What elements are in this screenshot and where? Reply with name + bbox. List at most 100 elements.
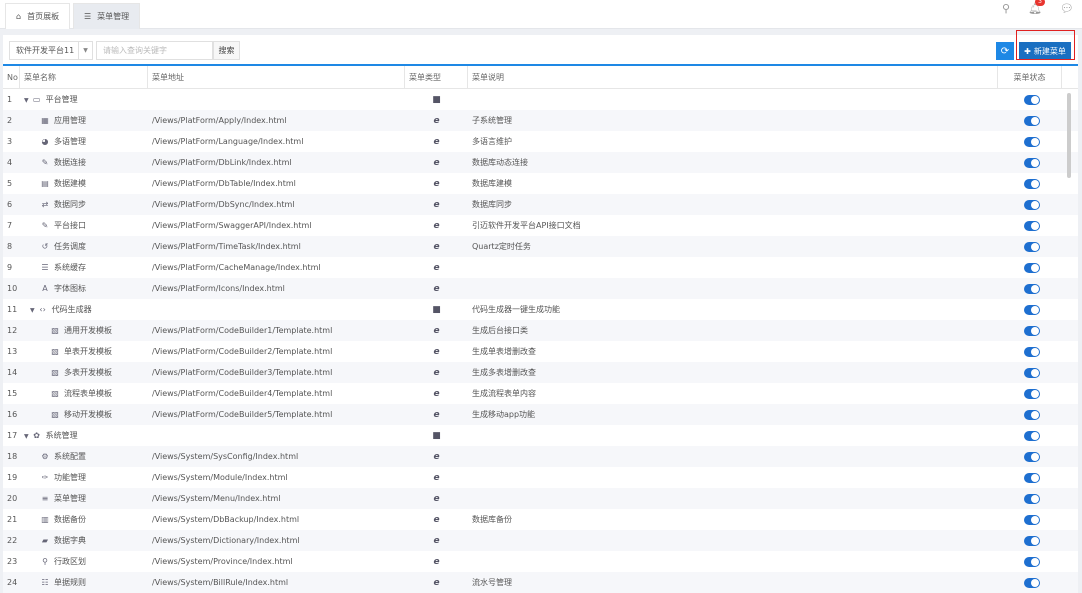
status-toggle[interactable]	[1024, 283, 1040, 294]
row-name: ✎ 数据连接	[20, 157, 148, 168]
table-row[interactable]: 11 ▼ ‹› 代码生成器 ■ 代码生成器一键生成功能	[3, 299, 1078, 320]
row-status	[998, 136, 1062, 147]
table-row[interactable]: 9 ☰ 系统缓存/Views/PlatForm/CacheManage/Index.…	[3, 257, 1078, 278]
search-input[interactable]: 请输入查询关键字	[96, 41, 213, 60]
table-row[interactable]: 6 ⇄ 数据同步/Views/PlatForm/DbSync/Index.html e…	[3, 194, 1078, 215]
status-toggle[interactable]	[1024, 94, 1040, 105]
table-row[interactable]: 12 ▧ 通用开发模板/Views/PlatForm/CodeBuilder1/Te…	[3, 320, 1078, 341]
ie-icon: e	[433, 535, 440, 546]
status-toggle[interactable]	[1024, 367, 1040, 378]
row-url: /Views/PlatForm/TimeTask/Index.html	[152, 242, 301, 251]
row-status	[998, 325, 1062, 336]
table-row[interactable]: 2 ▦ 应用管理/Views/PlatForm/Apply/Index.html e 子…	[3, 110, 1078, 131]
caret-down-icon[interactable]: ▼	[30, 307, 35, 314]
status-toggle[interactable]	[1024, 409, 1040, 420]
col-desc[interactable]: 菜单说明	[468, 66, 998, 88]
col-url[interactable]: 菜单地址	[148, 66, 405, 88]
table-row[interactable]: 17 ▼ ✿ 系统管理 ■	[3, 425, 1078, 446]
row-no: 12	[7, 326, 18, 335]
row-no: 14	[7, 368, 18, 377]
status-toggle[interactable]	[1024, 157, 1040, 168]
table-row[interactable]: 7 ✎ 平台接口/Views/PlatForm/SwaggerAPI/Index.h…	[3, 215, 1078, 236]
status-toggle[interactable]	[1024, 262, 1040, 273]
col-name[interactable]: 菜单名称	[20, 66, 148, 88]
chat-icon[interactable]: 💬︎	[1060, 2, 1074, 15]
menu-item-icon: ↺	[41, 242, 49, 251]
folder-icon: ■	[432, 94, 441, 105]
col-status[interactable]: 菜单状态	[998, 66, 1062, 88]
table-row[interactable]: 8 ↺ 任务调度/Views/PlatForm/TimeTask/Index.htm…	[3, 236, 1078, 257]
status-toggle[interactable]	[1024, 472, 1040, 483]
menu-item-icon: ✑	[41, 473, 49, 482]
table-row[interactable]: 3 ◕ 多语管理/Views/PlatForm/Language/Index.htm…	[3, 131, 1078, 152]
row-url: /Views/PlatForm/CodeBuilder5/Template.ht…	[152, 410, 333, 419]
row-status	[998, 493, 1062, 504]
row-name: ☷ 单据规则	[20, 577, 148, 588]
row-name: ▼ ✿ 系统管理	[20, 430, 148, 441]
table-row[interactable]: 24 ☷ 单据规则/Views/System/BillRule/Index.html…	[3, 572, 1078, 593]
col-no[interactable]: No	[3, 66, 20, 88]
caret-down-icon[interactable]: ▼	[24, 97, 29, 104]
status-toggle[interactable]	[1024, 220, 1040, 231]
search-button[interactable]: 搜索	[213, 41, 240, 60]
status-toggle[interactable]	[1024, 199, 1040, 210]
menu-item-icon: ⚙	[41, 452, 49, 461]
scrollbar[interactable]	[1067, 93, 1071, 178]
bell-icon[interactable]: 🔔︎ 3	[1028, 0, 1045, 15]
status-toggle[interactable]	[1024, 241, 1040, 252]
status-toggle[interactable]	[1024, 178, 1040, 189]
menu-item-icon: ▤	[41, 179, 49, 188]
status-toggle[interactable]	[1024, 514, 1040, 525]
tab-home[interactable]: ⌂ 首页展板	[5, 3, 71, 29]
row-name-label: 流程表单模板	[64, 389, 112, 398]
search-icon[interactable]: ⚲	[1002, 2, 1010, 15]
row-name: ⇄ 数据同步	[20, 199, 148, 210]
status-toggle[interactable]	[1024, 115, 1040, 126]
status-toggle[interactable]	[1024, 304, 1040, 315]
row-no: 18	[7, 452, 18, 461]
caret-down-icon[interactable]: ▼	[24, 433, 29, 440]
table-row[interactable]: 20 ≡ 菜单管理/Views/System/Menu/Index.html e	[3, 488, 1078, 509]
row-name-label: 系统配置	[54, 452, 86, 461]
row-status	[998, 514, 1062, 525]
menu-item-icon: ✎	[41, 221, 49, 230]
status-toggle[interactable]	[1024, 535, 1040, 546]
row-status	[998, 304, 1062, 315]
tab-menu-management[interactable]: ☰ 菜单管理	[73, 3, 141, 29]
table-row[interactable]: 4 ✎ 数据连接/Views/PlatForm/DbLink/Index.html e…	[3, 152, 1078, 173]
menu-item-icon: ‹›	[39, 305, 46, 314]
table-row[interactable]: 22 ▰ 数据字典/Views/System/Dictionary/Index.ht…	[3, 530, 1078, 551]
table-row[interactable]: 15 ▧ 流程表单模板/Views/PlatForm/CodeBuilder4/Te…	[3, 383, 1078, 404]
menu-panel: 软件开发平台11 ▼ 请输入查询关键字 搜索 ⟳ ✚ 新建菜单 No 菜单名称 菜单…	[3, 30, 1078, 593]
table-header: No 菜单名称 菜单地址 菜单类型 菜单说明 菜单状态	[3, 66, 1078, 89]
status-toggle[interactable]	[1024, 493, 1040, 504]
table-row[interactable]: 5 ▤ 数据建模/Views/PlatForm/DbTable/Index.html…	[3, 173, 1078, 194]
table-row[interactable]: 16 ▧ 移动开发模板/Views/PlatForm/CodeBuilder5/Te…	[3, 404, 1078, 425]
table-row[interactable]: 13 ▧ 单表开发模板/Views/PlatForm/CodeBuilder2/Te…	[3, 341, 1078, 362]
table-row[interactable]: 23 ⚲ 行政区划/Views/System/Province/Index.html…	[3, 551, 1078, 572]
status-toggle[interactable]	[1024, 577, 1040, 588]
table-row[interactable]: 21 ▥ 数据备份/Views/System/DbBackup/Index.html…	[3, 509, 1078, 530]
status-toggle[interactable]	[1024, 430, 1040, 441]
status-toggle[interactable]	[1024, 136, 1040, 147]
table-row[interactable]: 14 ▧ 多表开发模板/Views/PlatForm/CodeBuilder3/Te…	[3, 362, 1078, 383]
ie-icon: e	[433, 388, 440, 399]
status-toggle[interactable]	[1024, 556, 1040, 567]
status-toggle[interactable]	[1024, 388, 1040, 399]
tab-label: 菜单管理	[97, 12, 130, 21]
status-toggle[interactable]	[1024, 325, 1040, 336]
platform-select[interactable]: 软件开发平台11 ▼	[9, 41, 93, 60]
row-url: /Views/PlatForm/SwaggerAPI/Index.html	[152, 221, 312, 230]
table-row[interactable]: 19 ✑ 功能管理/Views/System/Module/Index.html e	[3, 467, 1078, 488]
col-type[interactable]: 菜单类型	[405, 66, 468, 88]
status-toggle[interactable]	[1024, 346, 1040, 357]
row-name: ☰ 系统缓存	[20, 262, 148, 273]
menu-item-icon: ✎	[41, 158, 49, 167]
table-row[interactable]: 18 ⚙ 系统配置/Views/System/SysConfig/Index.htm…	[3, 446, 1078, 467]
table-row[interactable]: 10 A 字体图标/Views/PlatForm/Icons/Index.html e	[3, 278, 1078, 299]
status-toggle[interactable]	[1024, 451, 1040, 462]
menu-item-icon: ✿	[33, 431, 40, 440]
refresh-button[interactable]: ⟳	[996, 42, 1014, 60]
table-row[interactable]: 1 ▼ ▭ 平台管理 ■	[3, 89, 1078, 110]
row-name-label: 移动开发模板	[64, 410, 112, 419]
